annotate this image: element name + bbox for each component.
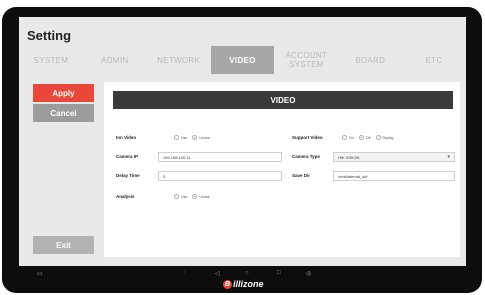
dropdown-arrow-icon: ▾	[447, 154, 450, 160]
tab-board[interactable]: BOARD	[338, 46, 402, 74]
save-dir-input[interactable]: /mnt/internal_sd/	[333, 171, 455, 181]
screenshot-icon[interactable]: ◎	[306, 270, 311, 277]
inn-video-unuse-label: Unuse	[199, 135, 210, 140]
inn-video-unuse-option[interactable]: Unuse	[192, 135, 210, 140]
tab-account-system[interactable]: ACCOUNT SYSTEM	[274, 46, 338, 74]
support-video-off-label: Off	[365, 135, 371, 140]
inn-video-use-option[interactable]: Use	[174, 135, 187, 140]
delay-time-label: Delay Time	[116, 173, 140, 178]
cancel-button[interactable]: Cancel	[33, 104, 94, 122]
camera-ip-label: Camera IP	[116, 154, 139, 159]
tab-video[interactable]: VIDEO	[210, 46, 275, 74]
inn-video-radio-group: Use Unuse	[174, 135, 210, 140]
analysis-unuse-option[interactable]: Unuse	[192, 194, 210, 199]
exit-button[interactable]: Exit	[33, 236, 94, 254]
analysis-use-label: Use	[181, 194, 188, 199]
radio-icon	[342, 135, 347, 140]
support-video-label: Support Video	[292, 135, 323, 140]
app-screen: Setting SYSTEM ADMIN NETWORK VIDEO ACCOU…	[19, 17, 466, 266]
support-video-replay-option[interactable]: Replay	[375, 135, 394, 140]
radio-icon	[174, 194, 179, 199]
radio-icon	[174, 135, 179, 140]
radio-selected-icon	[192, 135, 198, 140]
camera-ip-input[interactable]: 192.168.100.11	[158, 152, 282, 162]
support-video-on-option[interactable]: On	[342, 135, 354, 140]
action-sidebar: Apply Cancel Exit	[33, 82, 94, 256]
tab-bar: SYSTEM ADMIN NETWORK VIDEO ACCOUNT SYSTE…	[19, 46, 466, 74]
brand-mark-icon: B	[223, 279, 232, 289]
inn-video-use-label: Use	[181, 135, 188, 140]
home-icon[interactable]: ○	[245, 270, 249, 276]
support-video-on-label: On	[349, 135, 354, 140]
tab-admin[interactable]: ADMIN	[83, 46, 147, 74]
support-video-replay-label: Replay	[382, 135, 394, 140]
analysis-radio-group: Use Unuse	[174, 194, 210, 199]
power-icon[interactable]: ◌	[183, 270, 187, 276]
back-icon[interactable]: ◁	[215, 270, 220, 277]
panel-title: VIDEO	[113, 91, 453, 109]
support-video-radio-group: On Off Replay	[342, 135, 394, 140]
brand-logo: B illizone	[223, 279, 264, 289]
recents-icon[interactable]: □	[277, 270, 281, 276]
analysis-unuse-label: Unuse	[199, 194, 210, 199]
page-title: Setting	[27, 28, 72, 43]
tab-etc[interactable]: ETC	[402, 46, 466, 74]
delay-time-input[interactable]: 3	[158, 171, 282, 181]
radio-selected-icon	[192, 194, 198, 199]
camera-type-label: Camera Type	[292, 154, 320, 159]
tab-system[interactable]: SYSTEM	[19, 46, 83, 74]
save-dir-label: Save Dir	[292, 173, 311, 178]
system-nav-bar: ▭ ◌ ◁ ○ □ ◎	[19, 266, 466, 280]
analysis-label: Analysis	[116, 194, 135, 199]
apply-button[interactable]: Apply	[33, 84, 94, 102]
camera-type-select[interactable]: HIK VISION ▾	[333, 152, 455, 162]
brand-name: illizone	[233, 279, 264, 289]
tab-network[interactable]: NETWORK	[147, 46, 211, 74]
support-video-off-option[interactable]: Off	[358, 135, 371, 140]
keyboard-icon[interactable]: ▭	[37, 270, 43, 277]
analysis-use-option[interactable]: Use	[174, 194, 187, 199]
radio-selected-icon	[358, 135, 364, 140]
camera-type-value: HIK VISION	[338, 154, 360, 160]
video-settings-panel: VIDEO Inn Video Use Unuse Support Video …	[104, 82, 460, 257]
radio-icon	[375, 135, 381, 140]
inn-video-label: Inn Video	[116, 135, 137, 140]
